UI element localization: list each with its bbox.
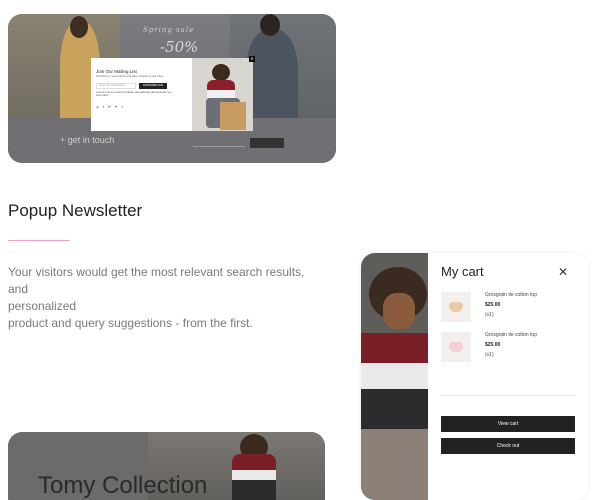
cart-item[interactable]: Grosgrain tie cotton top $25.00 (x1) [441, 332, 581, 366]
popup-preview-card: Spring sale -50% + get in touch Join Our… [8, 14, 336, 163]
popup-subtitle: Promotions, new products and sales. Dire… [96, 75, 165, 78]
checkout-button[interactable]: Check out [441, 438, 575, 454]
cart-preview-card: My cart ✕ Grosgrain tie cotton top $25.0… [361, 253, 588, 500]
pinterest-icon[interactable]: ℗ [108, 105, 111, 109]
popup-social-icons: ◎ f ℗ ✦ t [96, 105, 192, 109]
newsletter-popup: Join Our Mailing List Promotions, new pr… [91, 58, 253, 131]
touch-button [250, 138, 284, 148]
popup-form: Enter your email address SUBSCRIBE NOW [96, 83, 192, 89]
popup-email-input[interactable]: Enter your email address [96, 83, 136, 89]
cart-child-photo [361, 253, 428, 500]
section-description: Your visitors would get the most relevan… [8, 265, 305, 330]
product-name: Grosgrain tie cotton top [485, 292, 537, 298]
product-quantity: (x1) [485, 352, 494, 358]
collection-preview-card: Tomy Collection [8, 432, 325, 500]
popup-child-photo [192, 58, 253, 131]
product-image [449, 342, 463, 352]
sale-percent: -50% [160, 38, 199, 56]
get-in-touch-label: + get in touch [60, 135, 115, 145]
tumblr-icon[interactable]: t [122, 105, 123, 109]
facebook-icon[interactable]: f [103, 105, 104, 109]
sale-title: Spring sale [143, 26, 195, 34]
product-price: $25.00 [485, 302, 501, 308]
product-image [449, 302, 463, 312]
product-price: $25.00 [485, 342, 501, 348]
popup-note: SIGN UP FOR EXCLUSIVE UPDATES, NEW ARRIV… [96, 92, 173, 97]
popup-content: Join Our Mailing List Promotions, new pr… [91, 58, 192, 131]
instagram-icon[interactable]: ◎ [96, 105, 99, 109]
cart-title: My cart [441, 264, 484, 279]
twitter-icon[interactable]: ✦ [115, 105, 118, 109]
cart-divider [441, 395, 575, 396]
section-title: Popup Newsletter [8, 201, 143, 220]
cart-item[interactable]: Grosgrain tie cotton top $25.00 (x1) [441, 292, 581, 326]
cart-panel: My cart ✕ Grosgrain tie cotton top $25.0… [428, 253, 588, 500]
collection-title: Tomy Collection [38, 472, 208, 499]
product-thumbnail [441, 292, 471, 322]
title-underline [8, 240, 70, 241]
popup-close-button[interactable]: ✕ [249, 56, 255, 62]
popup-title: Join Our Mailing List [96, 69, 137, 74]
product-quantity: (x1) [485, 312, 494, 318]
view-cart-button[interactable]: View cart [441, 416, 575, 432]
product-name: Grosgrain tie cotton top [485, 332, 537, 338]
product-thumbnail [441, 332, 471, 362]
cart-close-icon[interactable]: ✕ [558, 265, 568, 279]
popup-subscribe-button[interactable]: SUBSCRIBE NOW [139, 83, 167, 89]
touch-input [193, 139, 245, 147]
